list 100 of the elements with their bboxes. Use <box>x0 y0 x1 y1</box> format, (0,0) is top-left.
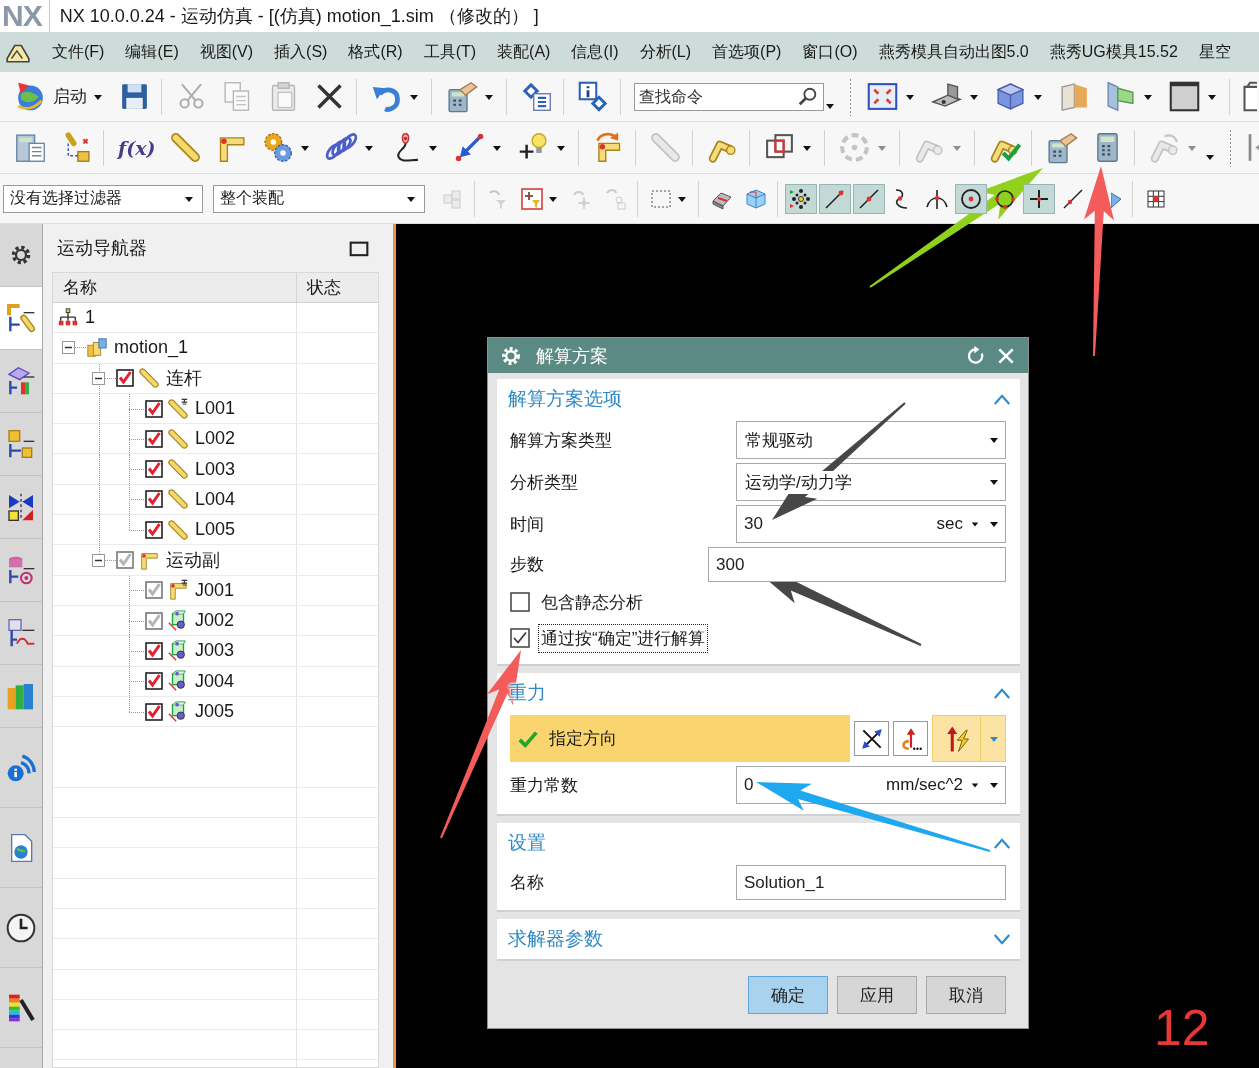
text-field[interactable]: Solution_1 <box>736 865 1006 900</box>
tree-item-label[interactable]: L001 <box>195 398 236 420</box>
window-icon <box>1168 80 1201 113</box>
checkbox[interactable] <box>510 592 530 612</box>
checkbox[interactable] <box>145 490 163 509</box>
checkbox[interactable] <box>116 369 134 388</box>
number-field[interactable]: 0 mm/sec^2 <box>736 766 1006 804</box>
menu-item[interactable]: 窗口(O) <box>802 41 858 63</box>
checkbox[interactable] <box>145 520 163 539</box>
rod-icon <box>167 518 189 541</box>
collapse-icon[interactable] <box>92 553 105 567</box>
reset-icon[interactable] <box>966 345 986 366</box>
menu-item[interactable]: 燕秀模具自动出图5.0 <box>878 41 1029 63</box>
search-field[interactable]: 查找命令 <box>634 82 824 111</box>
collapse-icon[interactable] <box>92 371 105 385</box>
unit-dropdown[interactable]: mm/sec^2 <box>886 775 979 795</box>
menu-item[interactable]: 装配(A) <box>497 41 551 63</box>
info-icon <box>577 80 610 113</box>
collapse-icon[interactable] <box>62 341 75 355</box>
filter-dropdown[interactable]: 没有选择过滤器 <box>3 184 203 213</box>
caret-icon <box>989 477 999 487</box>
dialog-title: 解算方案 <box>536 344 608 368</box>
vector-dialog-button[interactable] <box>893 721 928 756</box>
toolbar-grip[interactable] <box>849 77 852 116</box>
checkbox[interactable] <box>145 672 163 691</box>
menu-item[interactable]: 首选项(P) <box>712 41 782 63</box>
midpoint-icon <box>857 186 881 211</box>
caret-icon <box>971 781 979 789</box>
column-header[interactable]: 状态 <box>297 273 378 302</box>
checkbox-label[interactable]: 包含静态分析 <box>538 587 646 617</box>
dropdown[interactable]: 运动学/动力学 <box>736 463 1006 501</box>
search-icon[interactable] <box>797 85 819 108</box>
checkbox[interactable] <box>116 551 134 569</box>
dialog-button[interactable]: 应用 <box>837 976 917 1014</box>
menu-item[interactable]: 编辑(E) <box>125 41 179 63</box>
tree-item-label[interactable]: J004 <box>195 670 235 692</box>
tree-item-label[interactable]: motion_1 <box>114 337 189 359</box>
tree-item-label[interactable]: J003 <box>195 640 235 662</box>
chevron-up-icon[interactable] <box>993 392 1011 406</box>
checkbox[interactable] <box>145 429 163 448</box>
dialog-button[interactable]: 确定 <box>748 976 828 1014</box>
checkbox[interactable] <box>510 628 530 648</box>
reverse-direction-button[interactable] <box>854 721 889 756</box>
number-field[interactable]: 30 sec <box>736 505 1006 543</box>
menu-item[interactable]: 燕秀UG模具15.52 <box>1049 41 1178 63</box>
window-title: NX 10.0.0.24 - 运动仿真 - [(仿真) motion_1.sim （修改的） ] <box>58 5 539 28</box>
grounded-rod-icon <box>167 397 189 420</box>
filter-dropdown[interactable]: 整个装配 <box>213 184 425 213</box>
dropdown[interactable]: 常规驱动 <box>736 421 1006 459</box>
toolbar-button[interactable] <box>1023 183 1055 214</box>
menu-item[interactable]: 格式(R) <box>348 41 403 63</box>
section-title[interactable]: 设置 <box>508 830 546 856</box>
search-input[interactable]: 查找命令 <box>639 87 797 106</box>
unit-dropdown[interactable]: sec <box>936 514 979 534</box>
checkbox[interactable] <box>145 611 163 630</box>
tree-item-label[interactable]: L002 <box>195 428 236 450</box>
number-input[interactable]: 0 <box>737 770 797 800</box>
toolbar-button[interactable] <box>955 183 987 214</box>
maximize-icon[interactable] <box>349 239 369 257</box>
chevron-down-icon[interactable] <box>993 932 1011 946</box>
caret-icon <box>971 520 979 528</box>
rod-icon <box>167 427 189 450</box>
menu-item[interactable]: 文件(F) <box>52 41 105 63</box>
tree-item-label[interactable]: J005 <box>195 701 235 722</box>
chevron-up-icon[interactable] <box>993 686 1011 700</box>
vector-selector[interactable]: 指定方向 <box>510 715 850 762</box>
checkbox[interactable] <box>145 399 163 418</box>
checkbox-label[interactable]: 通过按“确定”进行解算 <box>538 623 709 653</box>
checkbox[interactable] <box>145 641 163 660</box>
menu-item[interactable]: 分析(L) <box>639 41 692 63</box>
menu-item[interactable]: 信息(I) <box>571 41 619 63</box>
tree-item-label[interactable]: 连杆 <box>166 366 202 391</box>
tree-item-label[interactable]: L005 <box>195 519 236 541</box>
toolbar-grip[interactable] <box>1229 128 1233 167</box>
tree-item-label[interactable]: L004 <box>195 488 236 510</box>
tree-item-label[interactable]: L003 <box>195 458 236 480</box>
function-button[interactable]: f(x) <box>112 129 162 166</box>
tree-item-label[interactable]: J002 <box>195 610 235 632</box>
tree-item-label[interactable]: 运动副 <box>166 548 220 572</box>
tree-item-label[interactable]: J001 <box>195 579 235 601</box>
section-title[interactable]: 解算方案选项 <box>508 386 622 412</box>
calculator-list-icon <box>14 131 47 164</box>
text-field[interactable]: 300 <box>708 547 1006 582</box>
checkbox[interactable] <box>145 581 163 600</box>
tree-item-label[interactable]: 1 <box>85 307 95 329</box>
menu-item[interactable]: 星空 <box>1198 41 1231 63</box>
menu-item[interactable]: 视图(V) <box>199 41 254 63</box>
checkbox[interactable] <box>145 702 163 721</box>
section-plane-icon <box>1104 80 1137 113</box>
toolbar-button[interactable] <box>785 183 817 214</box>
toolbar-button[interactable]: 启动 <box>9 77 110 116</box>
number-input[interactable]: 30 <box>737 509 797 539</box>
checkbox[interactable] <box>145 460 163 479</box>
menu-item[interactable]: 插入(S) <box>274 41 328 63</box>
section-title[interactable]: 求解器参数 <box>508 926 603 952</box>
menu-item[interactable]: 工具(T) <box>423 41 477 63</box>
dialog-button[interactable]: 取消 <box>926 976 1006 1014</box>
column-header[interactable]: 名称 <box>53 273 297 302</box>
vector-type-button[interactable] <box>932 715 1006 762</box>
chevron-up-icon[interactable] <box>993 836 1011 850</box>
